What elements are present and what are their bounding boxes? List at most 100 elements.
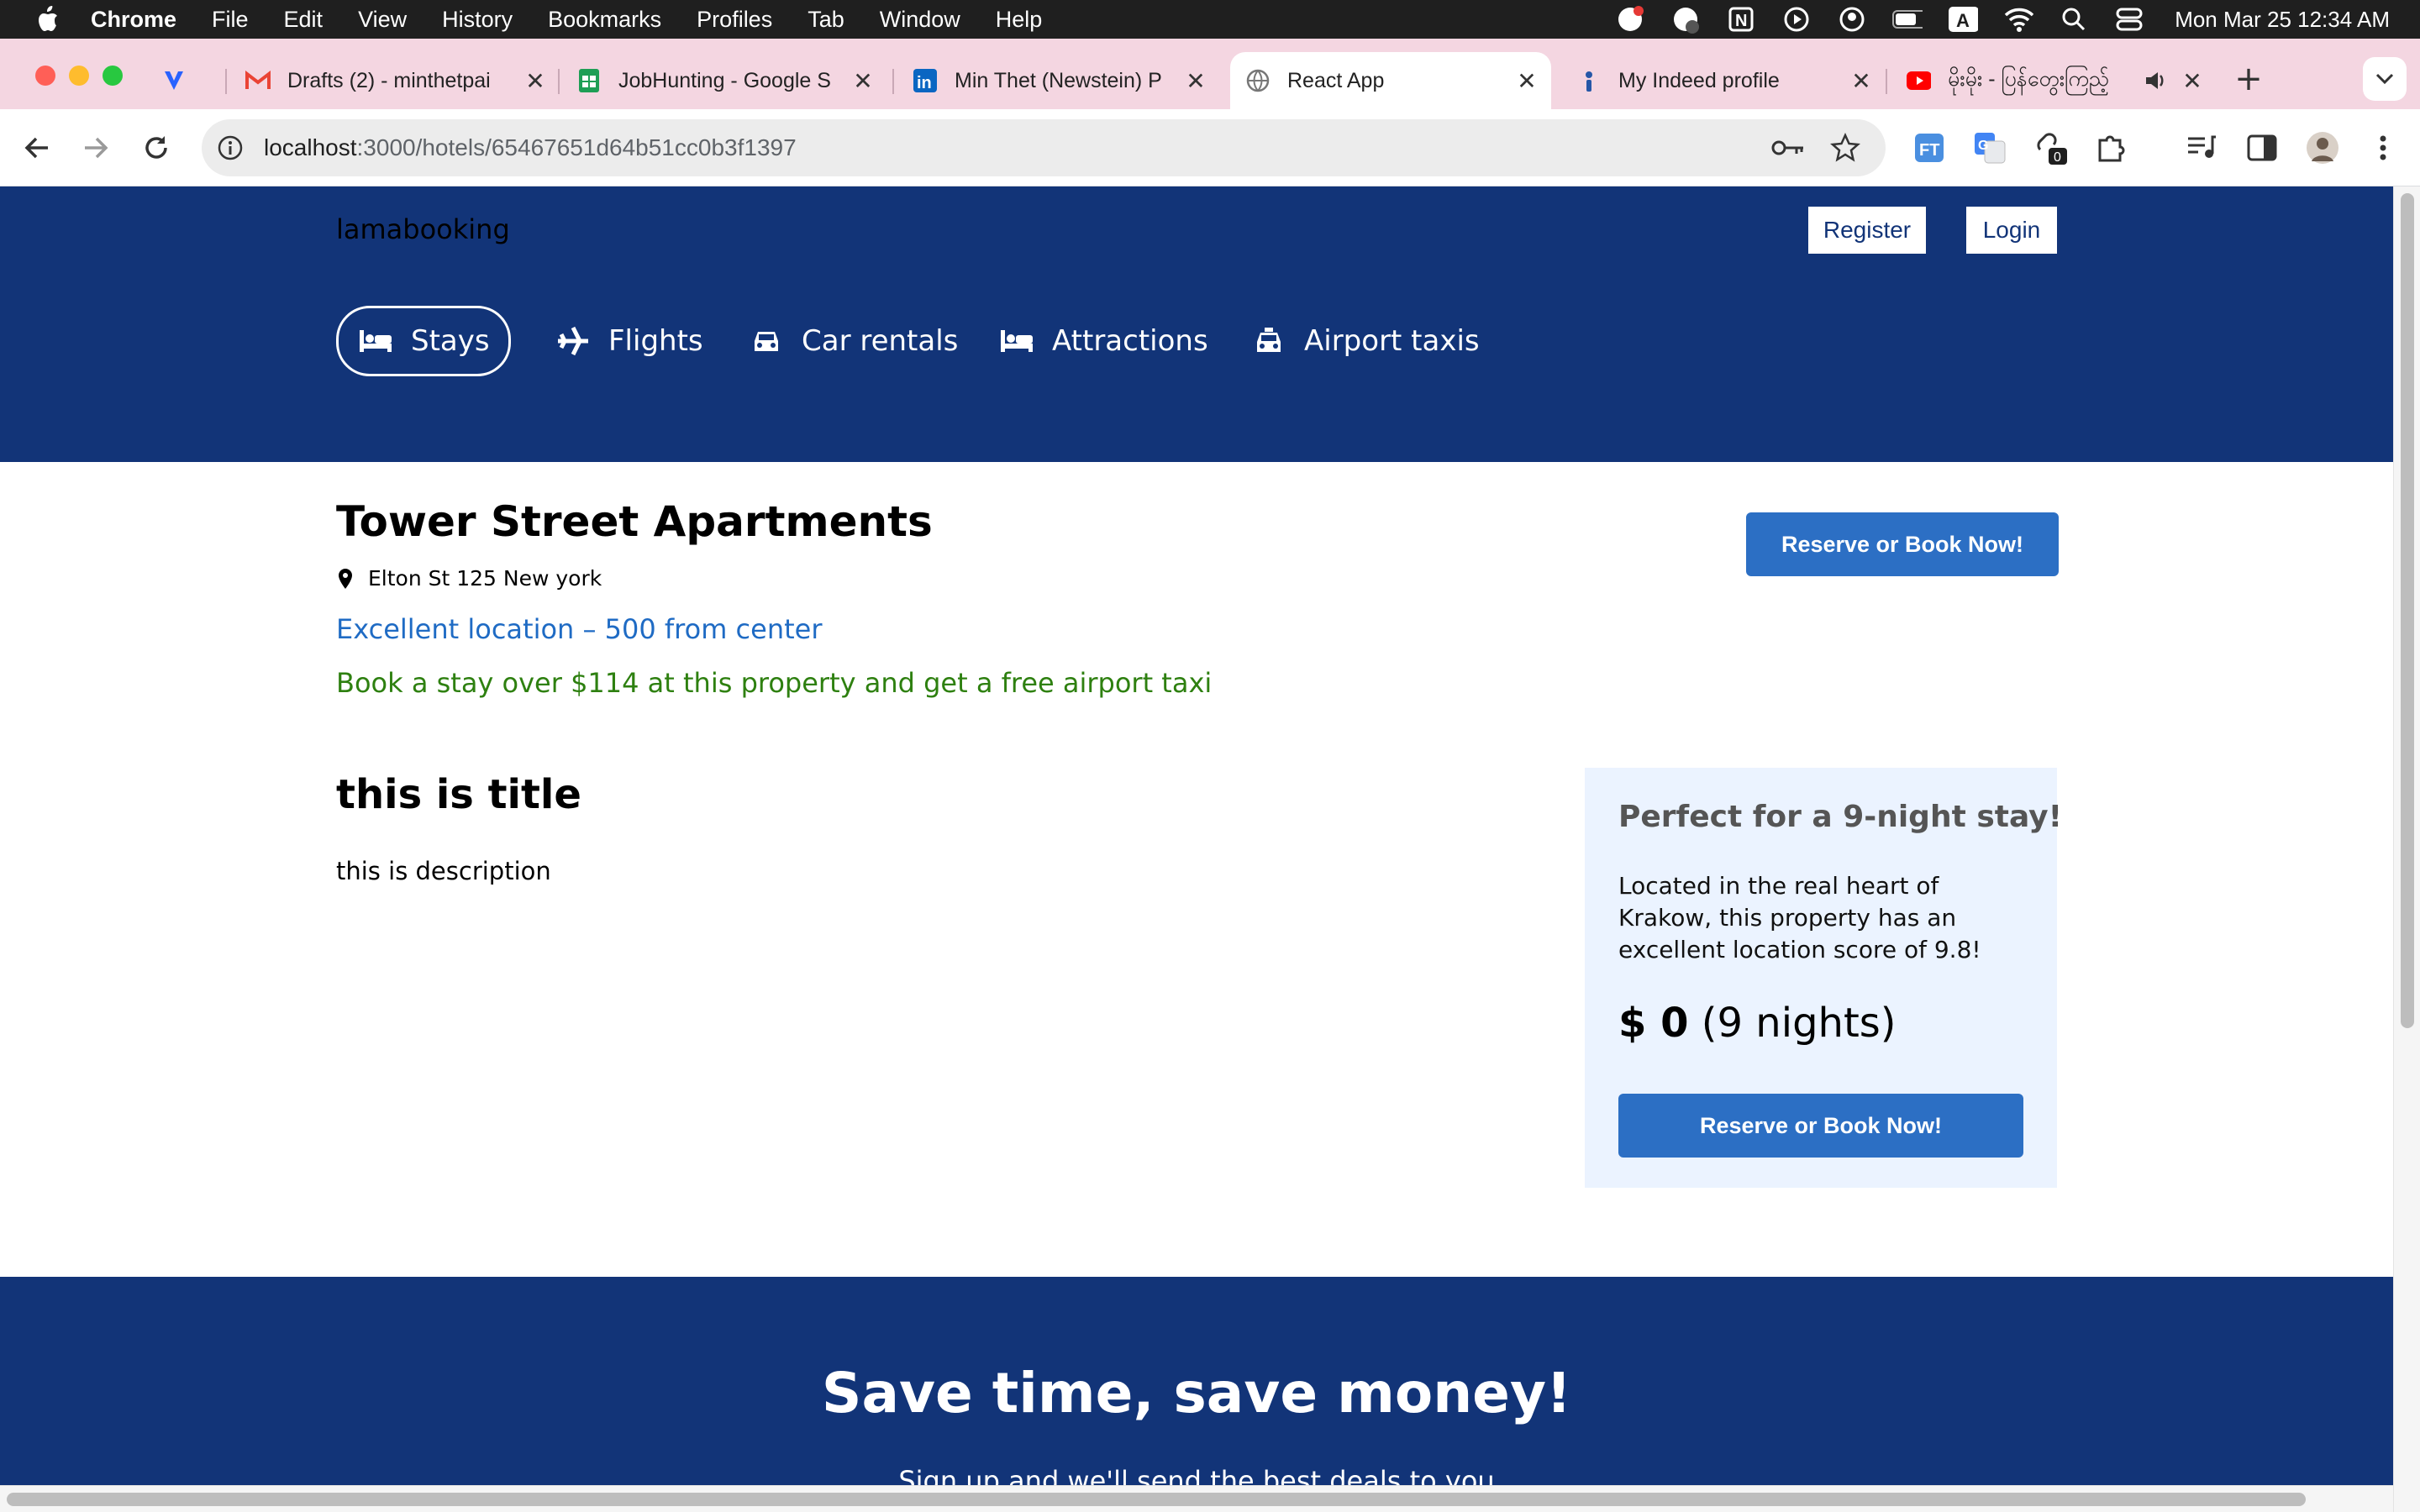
tab-search-button[interactable] bbox=[2363, 57, 2407, 101]
apple-icon[interactable] bbox=[30, 0, 64, 39]
battery-icon[interactable] bbox=[1892, 4, 1923, 34]
user-account-icon[interactable] bbox=[1837, 4, 1867, 34]
menu-edit[interactable]: Edit bbox=[284, 7, 324, 33]
back-button[interactable] bbox=[18, 129, 55, 166]
scroll-thumb[interactable] bbox=[2401, 193, 2414, 1028]
reserve-button-summary[interactable]: Reserve or Book Now! bbox=[1618, 1094, 2023, 1158]
scroll-thumb[interactable] bbox=[7, 1493, 2306, 1506]
menu-help[interactable]: Help bbox=[996, 7, 1043, 33]
arrow-left-icon bbox=[24, 137, 48, 159]
media-controls-icon[interactable] bbox=[2181, 128, 2222, 168]
password-key-icon[interactable] bbox=[1771, 131, 1805, 165]
close-icon[interactable]: ✕ bbox=[1514, 68, 1539, 94]
address-bar[interactable]: localhost:3000/hotels/65467651d64b51cc0b… bbox=[202, 119, 1886, 176]
close-icon[interactable]: ✕ bbox=[850, 68, 876, 94]
wifi-icon[interactable] bbox=[2003, 4, 2034, 34]
menu-bookmarks[interactable]: Bookmarks bbox=[548, 7, 661, 33]
nav-item-airport-taxis[interactable]: Airport taxis bbox=[1250, 306, 1480, 376]
site-logo[interactable]: lamabooking bbox=[336, 213, 510, 245]
google-translate-icon[interactable]: G bbox=[1970, 128, 2010, 168]
menubar-clock[interactable]: Mon Mar 25 12:34 AM bbox=[2175, 7, 2390, 33]
gmail-icon bbox=[245, 68, 271, 93]
nav-label: Airport taxis bbox=[1304, 324, 1480, 358]
forward-button[interactable] bbox=[77, 129, 114, 166]
reload-button[interactable] bbox=[138, 129, 175, 166]
menu-file[interactable]: File bbox=[212, 7, 249, 33]
bed-icon bbox=[357, 323, 394, 360]
tab-title: React App bbox=[1287, 68, 1385, 92]
menu-window[interactable]: Window bbox=[880, 7, 960, 33]
page-viewport: lamabooking Register Login Stays Flights… bbox=[0, 186, 2393, 1485]
hotel-address: Elton St 125 New york bbox=[336, 566, 602, 591]
viber-icon[interactable] bbox=[1615, 4, 1645, 34]
mail-list-section: Save time, save money! Sign up and we'll… bbox=[0, 1277, 2393, 1485]
plane-icon bbox=[555, 323, 592, 360]
tab-indeed[interactable]: My Indeed profile ✕ bbox=[1576, 52, 1874, 109]
mail-list-title: Save time, save money! bbox=[821, 1361, 1572, 1425]
spotlight-search-icon[interactable] bbox=[2059, 4, 2089, 34]
horizontal-scrollbar[interactable] bbox=[0, 1485, 2393, 1512]
nav-label: Car rentals bbox=[802, 324, 959, 358]
price-amount: $ 0 bbox=[1618, 1000, 1689, 1047]
close-icon[interactable]: ✕ bbox=[523, 68, 548, 94]
reserve-button-top[interactable]: Reserve or Book Now! bbox=[1746, 512, 2059, 576]
menu-view[interactable]: View bbox=[358, 7, 407, 33]
speaker-icon[interactable] bbox=[2143, 68, 2168, 93]
browser-menu-icon[interactable] bbox=[2363, 128, 2403, 168]
register-button[interactable]: Register bbox=[1808, 207, 1926, 254]
zoom-window-button[interactable] bbox=[103, 66, 123, 86]
menu-tab[interactable]: Tab bbox=[808, 7, 844, 33]
svg-text:0: 0 bbox=[2054, 150, 2061, 165]
side-panel-icon[interactable] bbox=[2242, 128, 2282, 168]
menu-app-name[interactable]: Chrome bbox=[91, 7, 176, 33]
address-text: Elton St 125 New york bbox=[368, 566, 602, 591]
indeed-icon bbox=[1576, 68, 1602, 93]
bookmark-star-icon[interactable] bbox=[1828, 131, 1862, 165]
extension-ft-icon[interactable]: FT bbox=[1909, 128, 1949, 168]
menu-profiles[interactable]: Profiles bbox=[697, 7, 772, 33]
vertical-scrollbar[interactable] bbox=[2393, 186, 2420, 1512]
close-icon[interactable]: ✕ bbox=[1183, 68, 1208, 94]
new-tab-button[interactable]: + bbox=[2232, 62, 2265, 96]
profile-avatar[interactable] bbox=[2302, 128, 2343, 168]
nav-item-stays[interactable]: Stays bbox=[336, 306, 511, 376]
nav-item-car-rentals[interactable]: Car rentals bbox=[748, 306, 958, 376]
mail-list-subtitle: Sign up and we'll send the best deals to… bbox=[898, 1465, 1495, 1485]
youtube-icon bbox=[1906, 68, 1931, 93]
control-center-icon[interactable] bbox=[2114, 4, 2144, 34]
hotel-distance: Excellent location – 500 from center bbox=[336, 613, 823, 645]
tab-title: Drafts (2) - minthetpai bbox=[287, 68, 491, 92]
svg-text:A: A bbox=[1956, 10, 1970, 31]
tab-linkedin[interactable]: in Min Thet (Newstein) P ✕ bbox=[913, 52, 1208, 109]
tab-react-app[interactable]: React App ✕ bbox=[1230, 52, 1551, 109]
link-extension-icon[interactable]: 0 bbox=[2030, 128, 2070, 168]
site-info-icon[interactable] bbox=[215, 133, 245, 163]
nav-item-attractions[interactable]: Attractions bbox=[998, 306, 1208, 376]
menu-history[interactable]: History bbox=[442, 7, 513, 33]
window-controls bbox=[35, 66, 123, 86]
booking-summary-box: Perfect for a 9-night stay! Located in t… bbox=[1585, 768, 2062, 1188]
close-icon[interactable]: ✕ bbox=[2180, 68, 2205, 94]
close-window-button[interactable] bbox=[35, 66, 55, 86]
notion-icon[interactable]: N bbox=[1726, 4, 1756, 34]
minimize-window-button[interactable] bbox=[69, 66, 89, 86]
input-source-icon[interactable]: A bbox=[1948, 4, 1979, 34]
bed-icon bbox=[998, 323, 1035, 360]
arrow-right-icon bbox=[85, 137, 108, 159]
site-header: lamabooking Register Login Stays Flights… bbox=[0, 186, 2393, 462]
svg-text:FT: FT bbox=[1919, 141, 1939, 160]
os-menubar: Chrome File Edit View History Bookmarks … bbox=[0, 0, 2420, 39]
tab-youtube[interactable]: မိုးမိုး - ပြန်တွေးကြည့် ✕ bbox=[1906, 52, 2205, 109]
location-pin-icon bbox=[336, 567, 355, 591]
tab-google-sheets[interactable]: JobHunting - Google S ✕ bbox=[576, 52, 876, 109]
extensions-puzzle-icon[interactable] bbox=[2091, 128, 2131, 168]
summary-description: Located in the real heart of Krakow, thi… bbox=[1618, 872, 1981, 963]
car-icon bbox=[748, 323, 785, 360]
close-icon[interactable]: ✕ bbox=[1849, 68, 1874, 94]
tab-gmail[interactable]: Drafts (2) - minthetpai ✕ bbox=[245, 52, 548, 109]
cloud-sync-icon[interactable] bbox=[1670, 4, 1701, 34]
nav-item-flights[interactable]: Flights bbox=[555, 306, 703, 376]
play-icon[interactable] bbox=[1781, 4, 1812, 34]
tab-vercel[interactable] bbox=[161, 52, 215, 109]
login-button[interactable]: Login bbox=[1966, 207, 2057, 254]
